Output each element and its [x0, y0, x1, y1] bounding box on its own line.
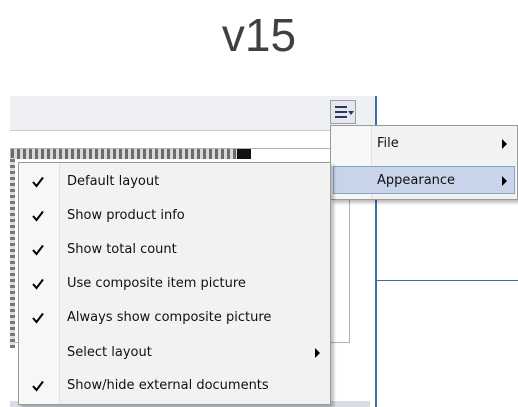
menu-item-label: Appearance	[377, 173, 456, 188]
toolbar	[10, 96, 375, 131]
menu-item-label: Show product info	[67, 208, 185, 223]
main-menu: File Appearance	[330, 125, 518, 200]
submenu-arrow-icon	[502, 176, 507, 186]
version-title: v15	[221, 9, 297, 61]
menu-item-label: Show total count	[67, 242, 177, 257]
checkmark-icon	[32, 380, 44, 392]
menu-item-show-hide-external-documents[interactable]: Show/hide external documents	[21, 372, 328, 400]
menu-item-default-layout[interactable]: Default layout	[21, 168, 328, 196]
product-image-edge	[237, 149, 251, 159]
submenu-arrow-icon	[502, 139, 507, 149]
checkmark-icon	[32, 244, 44, 256]
menu-item-label: Default layout	[67, 174, 160, 189]
checkmark-icon	[32, 312, 44, 324]
hamburger-menu-icon	[335, 106, 347, 108]
menu-item-label: Select layout	[67, 345, 152, 360]
menu-item-use-composite-item-picture[interactable]: Use composite item picture	[21, 270, 328, 298]
checkmark-icon	[32, 278, 44, 290]
hamburger-menu-button[interactable]	[330, 100, 356, 124]
checkmark-icon	[32, 210, 44, 222]
appearance-submenu: Default layout Show product info Show to…	[18, 162, 331, 405]
menu-item-always-show-composite-picture[interactable]: Always show composite picture	[21, 304, 328, 332]
menu-item-show-total-count[interactable]: Show total count	[21, 236, 328, 264]
menu-item-label: Show/hide external documents	[67, 378, 269, 393]
checkmark-icon	[32, 176, 44, 188]
caret-down-icon	[348, 111, 354, 115]
menu-item-file[interactable]: File	[333, 130, 515, 158]
menu-item-label: Always show composite picture	[67, 310, 272, 325]
submenu-arrow-icon	[315, 348, 320, 358]
image-strip	[10, 158, 15, 348]
product-image	[11, 149, 251, 159]
menu-item-label: Use composite item picture	[67, 276, 246, 291]
menu-item-select-layout[interactable]: Select layout	[21, 339, 328, 367]
menu-item-show-product-info[interactable]: Show product info	[21, 202, 328, 230]
menu-item-appearance[interactable]: Appearance	[333, 166, 515, 194]
splitter-horizontal[interactable]	[377, 280, 518, 281]
menu-item-label: File	[377, 136, 399, 151]
